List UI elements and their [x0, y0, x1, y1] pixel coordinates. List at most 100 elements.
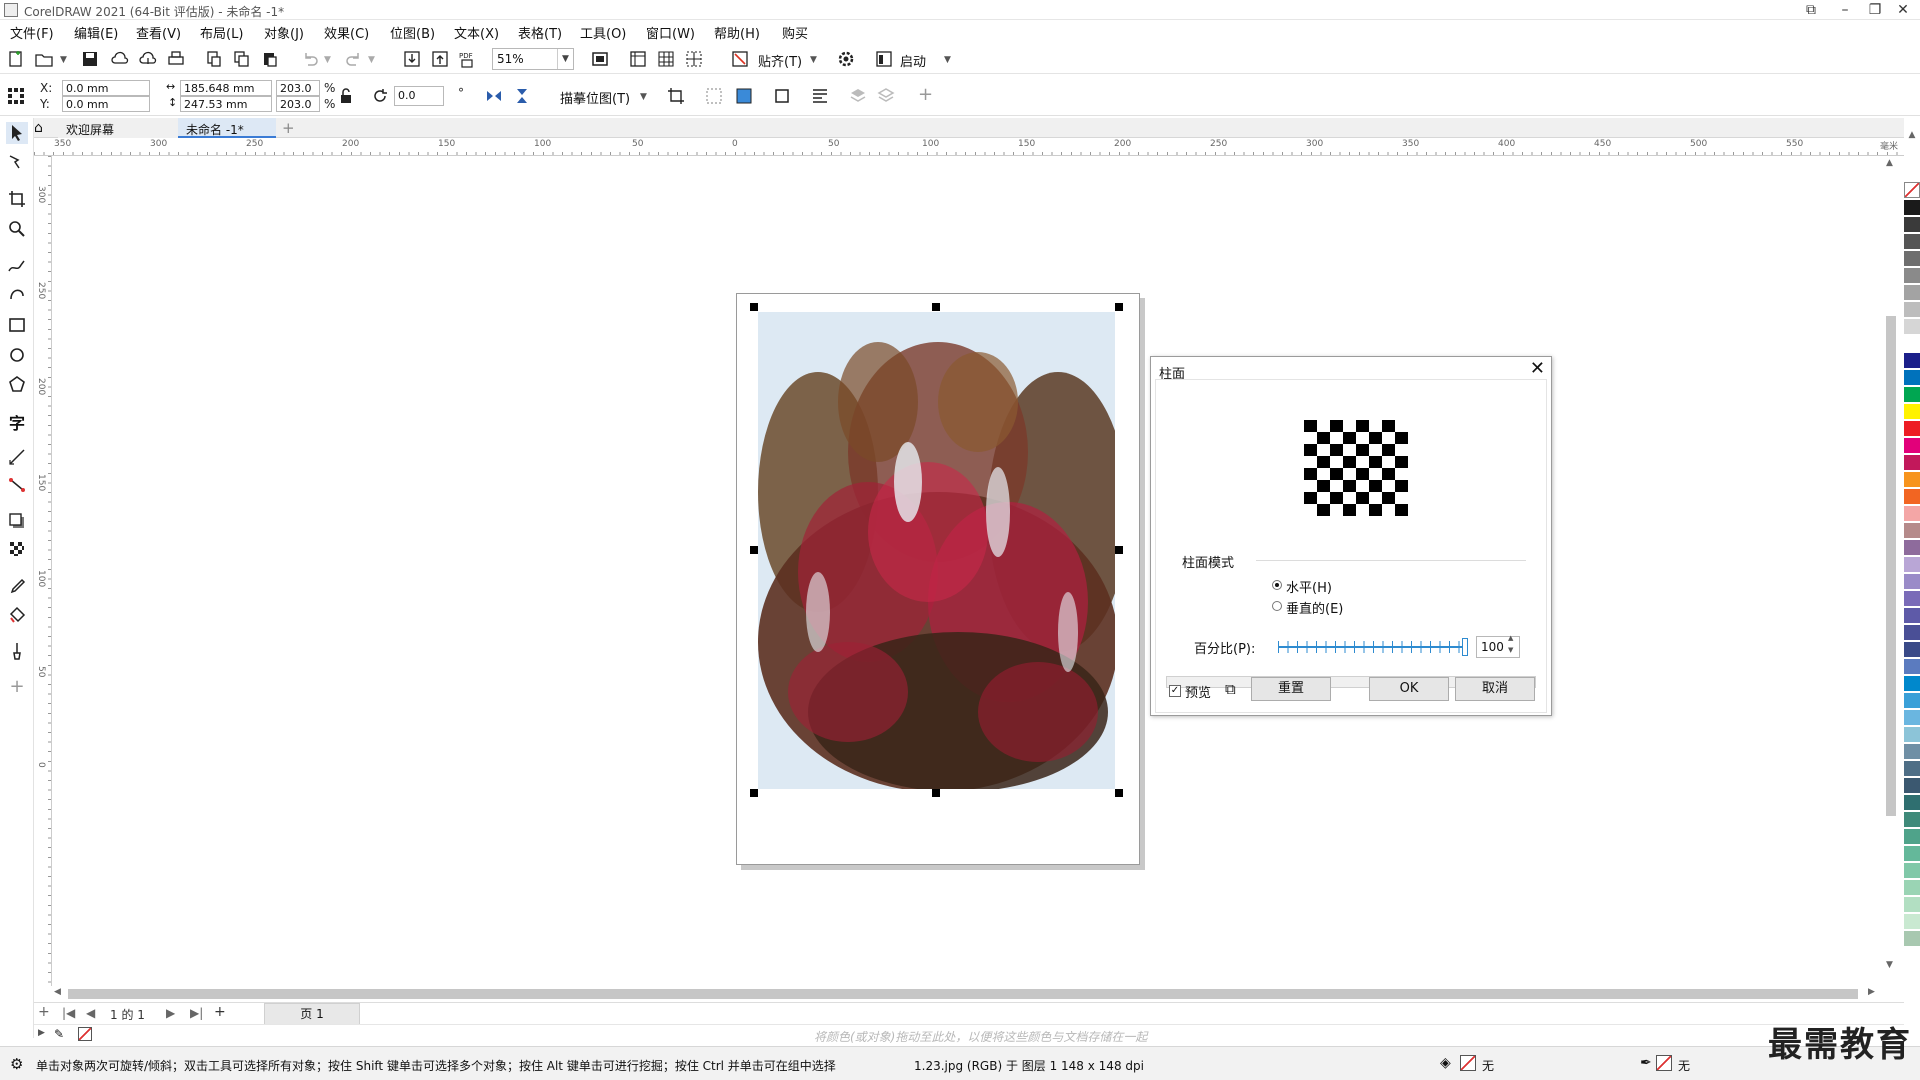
color-swatch[interactable] [1904, 931, 1920, 947]
scroll-left-icon[interactable]: ◀ [54, 987, 61, 997]
drop-shadow-tool-icon[interactable] [6, 510, 28, 532]
open-folder-icon[interactable] [34, 49, 54, 69]
publish-pdf-icon[interactable]: PDF [458, 49, 478, 69]
reference-point-icon[interactable] [6, 86, 26, 106]
bitmap-frame-icon[interactable] [772, 86, 792, 106]
resample-icon[interactable] [704, 86, 724, 106]
smart-fill-tool-icon[interactable] [6, 640, 28, 662]
color-swatch[interactable] [1904, 540, 1920, 556]
color-swatch[interactable] [1904, 217, 1920, 233]
color-swatch[interactable] [1904, 761, 1920, 777]
zoom-level-select[interactable]: 51% ▼ [492, 48, 574, 70]
status-gear-icon[interactable]: ⚙ [10, 1055, 23, 1073]
close-button[interactable]: ✕ [1886, 0, 1920, 20]
color-swatch[interactable] [1904, 506, 1920, 522]
horizontal-radio[interactable] [1272, 580, 1282, 590]
document-palette[interactable]: ▶ ✎ 将颜色(或对象)拖动至此处，以便将这些颜色与文档存储在一起 [34, 1024, 1904, 1044]
menu-layout[interactable]: 布局(L) [200, 23, 243, 42]
launch-chevron-icon[interactable]: ▼ [944, 55, 951, 65]
rectangle-tool-icon[interactable] [6, 314, 28, 336]
color-swatch[interactable] [1904, 676, 1920, 692]
color-swatch[interactable] [1904, 846, 1920, 862]
menu-table[interactable]: 表格(T) [518, 23, 562, 42]
scroll-down-icon[interactable]: ▼ [1886, 960, 1893, 970]
first-page-button[interactable]: |◀ [62, 1006, 75, 1020]
eyedropper-icon[interactable]: ✎ [54, 1027, 64, 1041]
palette-scroll-up-icon[interactable]: ▲ [1904, 130, 1920, 144]
menu-edit[interactable]: 编辑(E) [74, 23, 118, 42]
cloud-export-icon[interactable] [138, 49, 158, 69]
previous-page-button[interactable]: ◀ [86, 1006, 95, 1020]
color-swatch[interactable] [1904, 472, 1920, 488]
next-page-button[interactable]: ▶ [166, 1006, 175, 1020]
color-swatch[interactable] [1904, 489, 1920, 505]
color-swatch[interactable] [1904, 234, 1920, 250]
color-swatch[interactable] [1904, 370, 1920, 386]
color-swatch[interactable] [1904, 608, 1920, 624]
launch-icon[interactable] [874, 49, 894, 69]
transparency-tool-icon[interactable] [6, 538, 28, 560]
menu-view[interactable]: 查看(V) [136, 23, 181, 42]
show-rulers-icon[interactable] [628, 49, 648, 69]
color-swatch[interactable] [1904, 336, 1920, 352]
color-swatch[interactable] [1904, 591, 1920, 607]
trace-bitmap-dropdown[interactable]: 描摹位图(T) [560, 88, 630, 107]
y-position-field[interactable]: 0.0 mm [62, 96, 150, 112]
color-swatch[interactable] [1904, 625, 1920, 641]
vertical-radio[interactable] [1272, 601, 1282, 611]
scale-height-field[interactable]: 203.0 [276, 96, 320, 112]
scale-width-field[interactable]: 203.0 [276, 80, 320, 96]
to-back-icon[interactable] [876, 86, 896, 106]
selection-handle-top[interactable] [932, 303, 940, 311]
menu-window[interactable]: 窗口(W) [646, 23, 695, 42]
export-icon[interactable] [430, 49, 450, 69]
undo-icon[interactable] [300, 49, 320, 69]
pick-tool-icon[interactable] [6, 122, 28, 144]
menu-text[interactable]: 文本(X) [454, 23, 499, 42]
new-tab-button[interactable]: + [282, 119, 295, 137]
home-icon[interactable]: ⌂ [34, 120, 43, 136]
vertical-scrollbar[interactable]: ▲ ▼ [1882, 156, 1900, 986]
menu-bitmaps[interactable]: 位图(B) [390, 23, 435, 42]
text-tool-icon[interactable]: 字 [6, 410, 28, 433]
bezier-tool-icon[interactable] [6, 282, 28, 304]
percent-input[interactable]: 100 [1476, 636, 1520, 658]
menu-effects[interactable]: 效果(C) [324, 23, 369, 42]
color-swatch[interactable] [1904, 863, 1920, 879]
rotation-angle-field[interactable]: 0.0 [394, 86, 444, 106]
color-swatch[interactable] [1904, 251, 1920, 267]
cut-icon[interactable] [204, 49, 224, 69]
color-swatch[interactable] [1904, 795, 1920, 811]
minimize-button[interactable]: – [1828, 0, 1862, 20]
crop-tool-icon[interactable] [6, 188, 28, 210]
import-icon[interactable] [402, 49, 422, 69]
x-position-field[interactable]: 0.0 mm [62, 80, 150, 96]
menu-help[interactable]: 帮助(H) [714, 23, 760, 42]
spin-down-icon[interactable]: ▼ [1508, 646, 1513, 654]
no-fill-swatch[interactable] [1904, 182, 1920, 198]
edit-bitmap-icon[interactable] [734, 86, 754, 106]
connector-tool-icon[interactable] [6, 474, 28, 496]
parallel-dimension-tool-icon[interactable] [6, 446, 28, 468]
horizontal-scroll-thumb[interactable] [68, 989, 1858, 999]
preview-checkbox[interactable]: ✓ [1169, 685, 1181, 697]
shape-tool-icon[interactable] [6, 152, 28, 174]
menu-tools[interactable]: 工具(O) [580, 23, 626, 42]
save-icon[interactable] [80, 49, 100, 69]
horizontal-ruler[interactable]: 350 300 250 200 150 100 50 0 50 100 150 … [34, 138, 1904, 156]
color-swatch[interactable] [1904, 285, 1920, 301]
show-guidelines-icon[interactable] [684, 49, 704, 69]
selection-handle-bottom[interactable] [932, 789, 940, 797]
color-swatch[interactable] [1904, 778, 1920, 794]
lock-ratio-icon[interactable] [336, 86, 356, 106]
interactive-fill-tool-icon[interactable] [6, 604, 28, 626]
selection-handle-top-left[interactable] [750, 303, 758, 311]
last-page-button[interactable]: ▶| [190, 1006, 203, 1020]
width-field[interactable]: 185.648 mm [180, 80, 272, 96]
color-swatch[interactable] [1904, 880, 1920, 896]
color-swatch[interactable] [1904, 557, 1920, 573]
preview-checkbox-label[interactable]: 预览 [1185, 682, 1211, 701]
full-screen-icon[interactable] [590, 49, 610, 69]
snap-to-dropdown[interactable]: 贴齐(T) [758, 51, 802, 70]
color-swatch[interactable] [1904, 200, 1920, 216]
